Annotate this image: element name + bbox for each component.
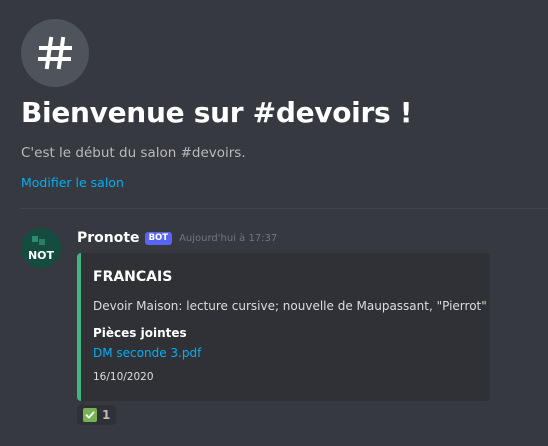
message-timestamp: Aujourd'hui à 17:37 — [179, 232, 278, 244]
welcome-subtitle: C'est le début du salon #devoirs. — [21, 145, 246, 161]
embed-field-name: Pièces jointes — [93, 326, 187, 340]
message-header: Pronote BOT Aujourd'hui à 17:37 — [77, 230, 277, 246]
avatar-text: NOT — [28, 249, 55, 262]
bot-badge: BOT — [144, 231, 173, 245]
embed-date: 16/10/2020 — [93, 371, 154, 383]
message-embed: FRANCAIS Devoir Maison: lecture cursive;… — [77, 253, 490, 401]
avatar[interactable]: NOT — [21, 228, 61, 268]
welcome-title: Bienvenue sur #devoirs ! — [21, 96, 413, 129]
pronote-logo: NOT — [21, 228, 61, 268]
attachment-link[interactable]: DM seconde 3.pdf — [93, 346, 201, 360]
white-check-mark-icon — [83, 408, 97, 422]
author-name[interactable]: Pronote — [77, 230, 140, 246]
embed-description: Devoir Maison: lecture cursive; nouvelle… — [93, 299, 487, 313]
embed-title: FRANCAIS — [93, 269, 173, 285]
reaction-count: 1 — [102, 408, 111, 422]
reaction-button[interactable]: 1 — [77, 405, 117, 425]
divider — [21, 208, 548, 209]
edit-channel-link[interactable]: Modifier le salon — [21, 175, 124, 190]
channel-hash-badge — [21, 19, 89, 87]
hash-icon — [38, 36, 72, 70]
